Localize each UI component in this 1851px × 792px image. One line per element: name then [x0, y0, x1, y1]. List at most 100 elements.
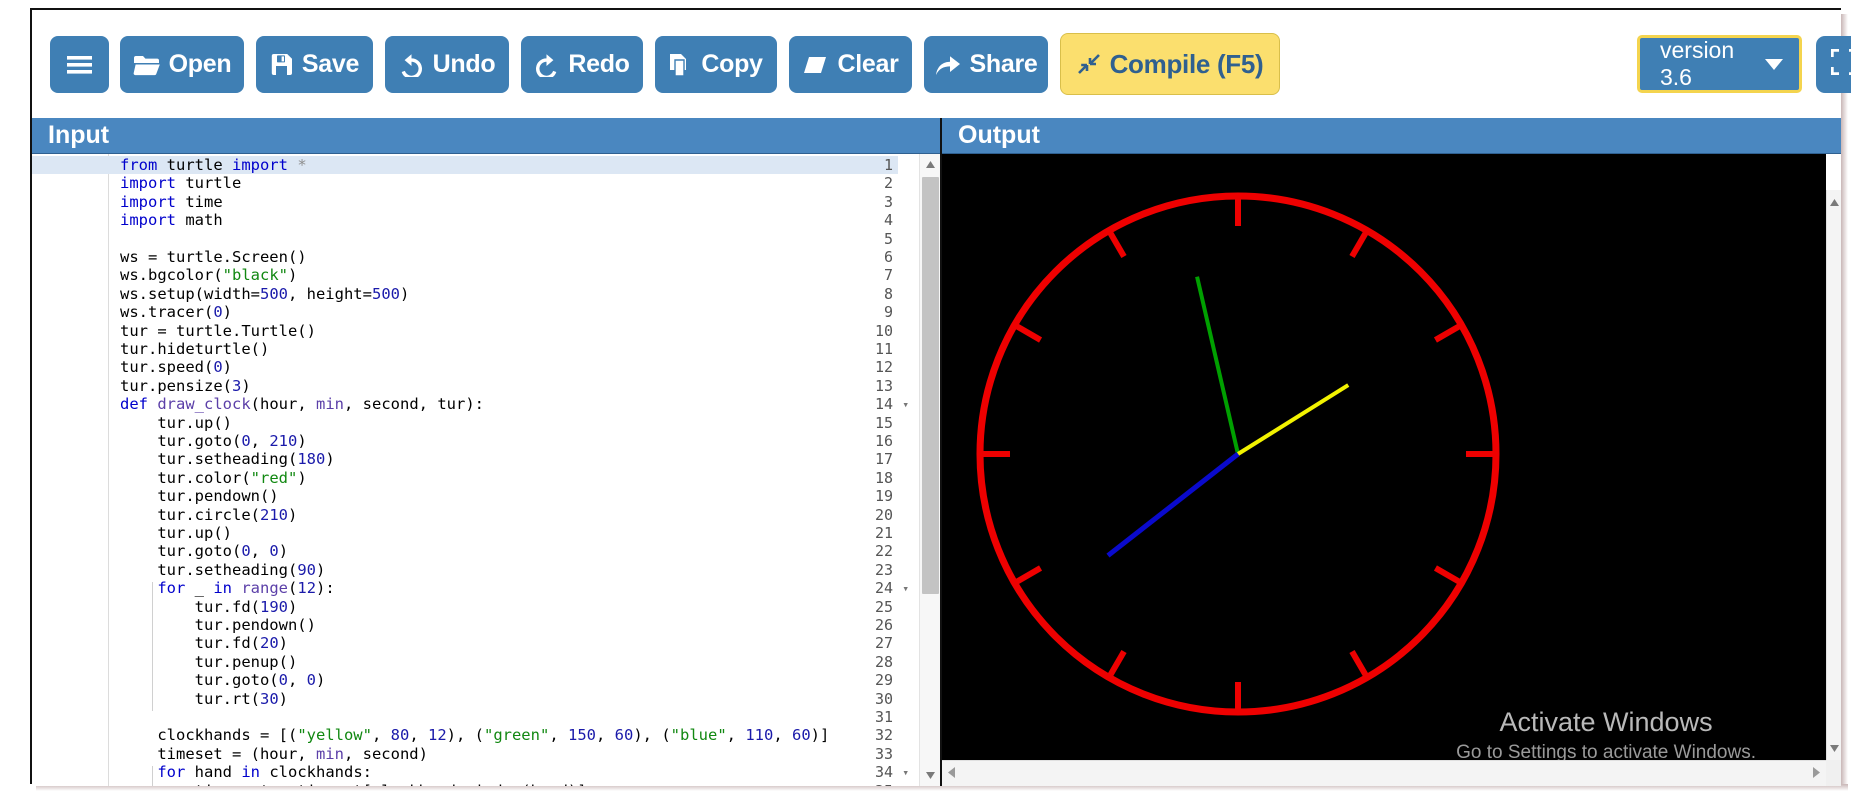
menu-button[interactable] — [50, 36, 109, 93]
compile-button[interactable]: Compile (F5) — [1060, 33, 1280, 95]
output-panel-title: Output — [942, 118, 1841, 154]
copy-button[interactable]: Copy — [655, 36, 777, 93]
line-number: 34 — [874, 763, 893, 782]
line-number: 2 — [883, 174, 893, 193]
folder-open-icon — [133, 54, 160, 76]
share-button[interactable]: Share — [924, 36, 1048, 93]
clock-tick — [1433, 322, 1463, 343]
input-scroll-thumb[interactable] — [922, 177, 939, 594]
app-root: Open Save Undo Redo Copy Clear Share Com… — [0, 0, 1851, 792]
clock-tick — [1349, 649, 1370, 679]
line-number: 35 — [833, 782, 893, 786]
scroll-up-arrow[interactable] — [920, 154, 941, 175]
compile-button-label: Compile (F5) — [1109, 48, 1264, 79]
code-line[interactable]: tur.circle(210) — [120, 506, 297, 524]
line-number: 28 — [874, 652, 893, 671]
eraser-icon — [802, 55, 828, 75]
code-line[interactable]: def draw_clock(hour, min, second, tur): — [120, 395, 484, 413]
minute-hand — [1195, 276, 1240, 455]
line-number: 7 — [883, 266, 893, 285]
line-number: 25 — [874, 597, 893, 616]
code-line[interactable]: tur.pendown() — [120, 616, 316, 634]
open-button[interactable]: Open — [120, 36, 244, 93]
code-line[interactable]: tur = turtle.Turtle() — [120, 322, 316, 340]
redo-button-label: Redo — [568, 50, 630, 78]
code-line[interactable]: tur.pensize(3) — [120, 377, 251, 395]
code-line[interactable]: tur.fd(20) — [120, 634, 288, 652]
line-number: 33 — [874, 744, 893, 763]
scroll-down-arrow[interactable] — [920, 765, 941, 786]
clock-tick — [1106, 229, 1127, 259]
share-arrow-icon — [935, 54, 961, 76]
code-line[interactable]: tur.goto(0, 0) — [120, 671, 326, 689]
clock-tick — [1106, 649, 1127, 679]
fullscreen-button[interactable] — [1816, 36, 1851, 93]
code-line[interactable]: ws = turtle.Screen() — [120, 248, 307, 266]
code-line[interactable]: for hand in clockhands: — [120, 763, 372, 781]
input-panel-title: Input — [32, 118, 940, 154]
clear-button[interactable]: Clear — [789, 36, 912, 93]
hamburger-icon — [66, 55, 93, 75]
line-number: 5 — [883, 229, 893, 248]
code-line[interactable]: clockhands = [("yellow", 80, 12), ("gree… — [120, 726, 829, 744]
code-line[interactable]: tur.color("red") — [120, 469, 306, 487]
save-button[interactable]: Save — [256, 36, 373, 93]
code-line[interactable]: ws.bgcolor("black") — [120, 266, 297, 284]
code-line[interactable]: ws.setup(width=500, height=500) — [120, 285, 409, 303]
code-line[interactable]: tur.setheading(180) — [120, 450, 334, 468]
code-line[interactable]: tur.speed(0) — [120, 358, 232, 376]
code-line[interactable]: import time — [120, 193, 223, 211]
line-number: 18 — [874, 468, 893, 487]
code-line[interactable]: timepart = timeset[clockhands.index(hand… — [120, 782, 587, 786]
input-panel: Input 1 from turtle import * 2 import turtl… — [32, 118, 942, 786]
code-fold-toggle[interactable]: ▾ — [902, 764, 909, 782]
line-number: 4 — [883, 211, 893, 230]
input-vertical-scrollbar[interactable] — [919, 154, 940, 786]
toolbar: Open Save Undo Redo Copy Clear Share Com… — [32, 10, 1851, 118]
output-horizontal-scrollbar[interactable] — [942, 760, 1826, 786]
code-line[interactable]: from turtle import * — [120, 156, 307, 174]
clock-tick — [1013, 565, 1043, 586]
code-line[interactable]: tur.pendown() — [120, 487, 278, 505]
scrollbar-corner — [1826, 760, 1841, 786]
clock-tick — [1349, 229, 1370, 259]
code-line[interactable]: for _ in range(12): — [120, 579, 334, 597]
code-line[interactable]: tur.goto(0, 0) — [120, 542, 288, 560]
app-window: Open Save Undo Redo Copy Clear Share Com… — [30, 8, 1851, 786]
line-number: 1 — [883, 156, 893, 174]
code-line[interactable]: import turtle — [120, 174, 241, 192]
code-line[interactable]: import math — [120, 211, 223, 229]
code-line[interactable]: tur.up() — [120, 524, 232, 542]
code-line[interactable]: tur.goto(0, 210) — [120, 432, 306, 450]
code-fold-toggle[interactable]: ▾ — [902, 396, 909, 414]
scroll-up-arrow[interactable] — [1830, 193, 1839, 211]
window-shadow-right — [1841, 14, 1848, 786]
clear-button-label: Clear — [837, 50, 899, 78]
line-number: 9 — [883, 303, 893, 322]
line-number: 24 — [874, 579, 893, 598]
code-line[interactable]: tur.fd(190) — [120, 598, 298, 616]
code-line[interactable]: tur.setheading(90) — [120, 561, 325, 579]
code-editor[interactable]: 1 from turtle import * 2 import turtle 3 impo… — [32, 154, 940, 786]
scroll-left-arrow[interactable] — [948, 765, 955, 783]
version-selector[interactable]: version 3.6 — [1637, 35, 1802, 93]
line-number: 3 — [883, 192, 893, 211]
clock-tick — [1013, 322, 1043, 343]
code-line[interactable]: tur.rt(30) — [120, 690, 288, 708]
code-area[interactable]: 1 from turtle import * 2 import turtle 3 impo… — [32, 154, 919, 786]
code-line[interactable]: tur.hideturtle() — [120, 340, 269, 358]
code-line[interactable]: tur.up() — [120, 414, 232, 432]
scroll-right-arrow[interactable] — [1813, 765, 1820, 783]
line-number: 13 — [874, 376, 893, 395]
code-fold-toggle[interactable]: ▾ — [902, 580, 909, 598]
line-number: 15 — [874, 413, 893, 432]
scroll-down-arrow[interactable] — [1830, 739, 1839, 757]
code-line[interactable]: tur.penup() — [120, 653, 298, 671]
output-vertical-scrollbar[interactable] — [1826, 190, 1841, 760]
undo-button[interactable]: Undo — [385, 36, 509, 93]
redo-button[interactable]: Redo — [521, 36, 643, 93]
code-line[interactable]: timeset = (hour, min, second) — [120, 745, 428, 763]
save-button-label: Save — [301, 50, 360, 78]
code-line[interactable]: ws.tracer(0) — [120, 303, 232, 321]
turtle-canvas[interactable]: Activate Windows Go to Settings to activ… — [942, 154, 1826, 760]
